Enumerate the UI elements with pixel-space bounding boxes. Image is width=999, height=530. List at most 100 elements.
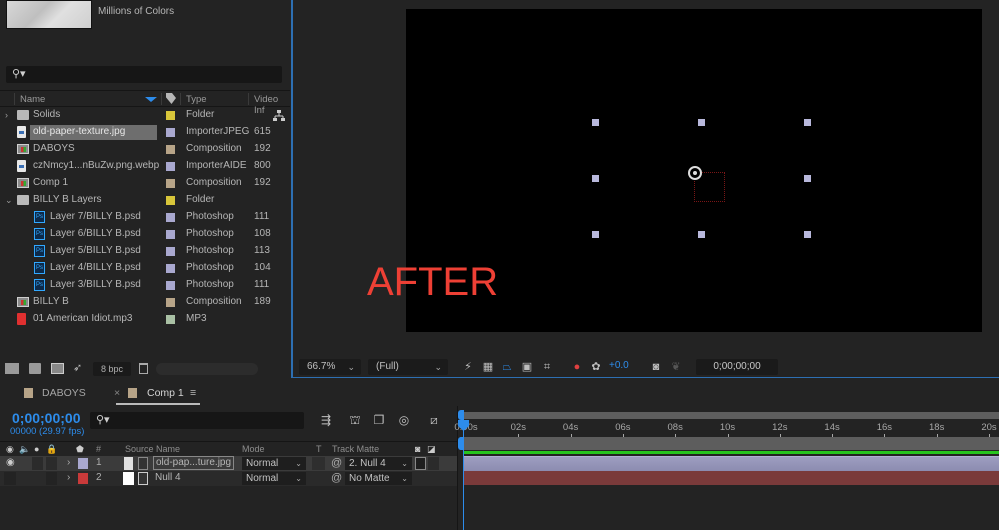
expand-chevron-icon[interactable]: › bbox=[67, 472, 70, 483]
current-time-display[interactable]: 0;00;00;00 bbox=[12, 410, 81, 426]
magnification-dropdown[interactable]: 66.7% ⌄ bbox=[299, 359, 361, 375]
project-item[interactable]: old-paper-texture.jpg ImporterJPEG 615 bbox=[0, 124, 290, 141]
sort-descending-icon[interactable] bbox=[145, 97, 157, 102]
transform-handle[interactable] bbox=[804, 119, 811, 126]
viewer-timecode[interactable]: 0;00;00;00 bbox=[696, 359, 778, 375]
transform-handle[interactable] bbox=[698, 231, 705, 238]
current-time-indicator[interactable] bbox=[463, 420, 464, 530]
label-color-swatch[interactable] bbox=[166, 213, 175, 222]
matte-invert-icon[interactable]: ◪ bbox=[427, 444, 436, 455]
layer-row[interactable]: ◉ › 1 old-pap...ture.jpg Normal ⌄ @ 2. Nu… bbox=[0, 456, 457, 471]
color-channels-icon[interactable]: ● bbox=[570, 360, 584, 374]
exposure-icon[interactable]: ✿ bbox=[589, 360, 603, 374]
time-navigator-bar[interactable] bbox=[460, 412, 999, 419]
transform-handle[interactable] bbox=[592, 175, 599, 182]
label-color-swatch[interactable] bbox=[166, 281, 175, 290]
project-item-name[interactable]: DABOYS bbox=[33, 143, 75, 154]
work-area-bar[interactable] bbox=[460, 437, 999, 450]
layer-name[interactable]: Null 4 bbox=[155, 472, 181, 483]
project-item-name[interactable]: Layer 3/BILLY B.psd bbox=[50, 279, 141, 290]
project-item[interactable]: Ps Layer 4/BILLY B.psd Photoshop 104 bbox=[0, 260, 290, 277]
matte-alpha-toggle[interactable] bbox=[415, 457, 426, 470]
project-item-name[interactable]: Comp 1 bbox=[33, 177, 68, 188]
new-composition-icon[interactable] bbox=[51, 363, 64, 374]
label-color-swatch[interactable] bbox=[166, 179, 175, 188]
resolution-dropdown[interactable]: (Full) ⌄ bbox=[368, 359, 448, 375]
label-color-swatch[interactable] bbox=[166, 315, 175, 324]
bit-depth-button[interactable]: 8 bpc bbox=[93, 362, 131, 376]
preserve-transparency-toggle[interactable] bbox=[312, 457, 325, 470]
composition-flowchart-icon[interactable]: ⇶ bbox=[319, 414, 333, 427]
project-item[interactable]: BILLY B Composition 189 bbox=[0, 294, 290, 311]
project-item[interactable]: Comp 1 Composition 192 bbox=[0, 175, 290, 192]
video-visibility-icon[interactable]: ◉ bbox=[6, 444, 14, 455]
project-item-name[interactable]: Solids bbox=[33, 109, 60, 120]
project-item-name[interactable]: BILLY B Layers bbox=[33, 194, 102, 205]
chevron-right-icon[interactable]: › bbox=[5, 110, 8, 120]
frame-blending-icon[interactable]: ◎ bbox=[397, 414, 411, 427]
label-color-swatch[interactable] bbox=[78, 473, 88, 484]
layer-quality-icon[interactable] bbox=[138, 472, 148, 485]
render-queue-icon[interactable]: ➶ bbox=[73, 361, 83, 374]
panel-menu-icon[interactable]: ≡ bbox=[190, 387, 196, 399]
matte-invert-toggle[interactable] bbox=[428, 457, 439, 470]
label-tag-icon[interactable]: ⬟ bbox=[76, 444, 84, 455]
project-item[interactable]: Ps Layer 7/BILLY B.psd Photoshop 111 bbox=[0, 209, 290, 226]
transparency-grid-icon[interactable]: ▦ bbox=[481, 360, 495, 374]
lock-toggle[interactable] bbox=[46, 457, 57, 470]
project-item-name[interactable]: czNmcy1...nBuZw.png.webp bbox=[33, 160, 159, 171]
grid-guides-icon[interactable]: ⌗ bbox=[540, 360, 554, 374]
interpret-footage-icon[interactable] bbox=[5, 363, 19, 374]
label-color-swatch[interactable] bbox=[166, 162, 175, 171]
show-snapshot-icon[interactable]: ❦ bbox=[669, 360, 683, 374]
project-item-name[interactable]: 01 American Idiot.mp3 bbox=[33, 313, 133, 324]
project-item-name[interactable]: Layer 7/BILLY B.psd bbox=[50, 211, 141, 222]
label-color-swatch[interactable] bbox=[166, 264, 175, 273]
label-color-swatch[interactable] bbox=[166, 230, 175, 239]
label-color-swatch[interactable] bbox=[166, 111, 175, 120]
draft-3d-icon[interactable]: ⛫ bbox=[348, 414, 362, 427]
column-type[interactable]: Type bbox=[186, 94, 207, 105]
layer-row[interactable]: › 2 Null 4 Normal ⌄ @ No Matte ⌄ bbox=[0, 471, 457, 486]
track-matte-dropdown[interactable]: No Matte ⌄ bbox=[345, 472, 412, 485]
column-track-matte[interactable]: Track Matte bbox=[332, 444, 379, 454]
transform-handle[interactable] bbox=[698, 119, 705, 126]
graph-editor-icon[interactable]: ⧄ bbox=[427, 414, 441, 427]
label-color-swatch[interactable] bbox=[166, 298, 175, 307]
blend-mode-dropdown[interactable]: Normal ⌄ bbox=[242, 472, 306, 485]
project-item[interactable]: Ps Layer 5/BILLY B.psd Photoshop 113 bbox=[0, 243, 290, 260]
lock-icon[interactable]: 🔒 bbox=[46, 444, 57, 455]
project-search-input[interactable]: ⚲▾ bbox=[6, 66, 282, 83]
exposure-value[interactable]: +0.0 bbox=[609, 360, 629, 371]
mask-visibility-icon[interactable]: ⏢ bbox=[500, 360, 514, 374]
blend-mode-dropdown[interactable]: Normal ⌄ bbox=[242, 457, 306, 470]
project-item[interactable]: › Solids Folder bbox=[0, 107, 290, 124]
transform-handle[interactable] bbox=[592, 231, 599, 238]
column-source-name[interactable]: Source Name bbox=[125, 444, 180, 454]
project-item-name[interactable]: Layer 6/BILLY B.psd bbox=[50, 228, 141, 239]
project-scrollbar[interactable] bbox=[156, 363, 258, 375]
layer-search-input[interactable]: ⚲▾ bbox=[90, 412, 304, 429]
label-color-swatch[interactable] bbox=[166, 196, 175, 205]
project-item[interactable]: DABOYS Composition 192 bbox=[0, 141, 290, 158]
transform-handle[interactable] bbox=[804, 175, 811, 182]
column-mode[interactable]: Mode bbox=[242, 444, 265, 454]
project-item-name[interactable]: old-paper-texture.jpg bbox=[30, 125, 157, 140]
time-ruler[interactable]: 0:00s02s04s06s08s10s12s14s16s18s20s bbox=[454, 420, 999, 437]
project-item[interactable]: ⌄ BILLY B Layers Folder bbox=[0, 192, 290, 209]
label-color-swatch[interactable] bbox=[78, 458, 88, 469]
video-toggle[interactable] bbox=[4, 472, 16, 485]
lock-toggle[interactable] bbox=[46, 472, 57, 485]
label-tag-icon[interactable] bbox=[166, 93, 176, 104]
project-item-name[interactable]: BILLY B bbox=[33, 296, 69, 307]
solo-toggle[interactable] bbox=[32, 457, 43, 470]
project-item-name[interactable]: Layer 4/BILLY B.psd bbox=[50, 262, 141, 273]
project-item-name[interactable]: Layer 5/BILLY B.psd bbox=[50, 245, 141, 256]
label-color-swatch[interactable] bbox=[166, 247, 175, 256]
transform-handle[interactable] bbox=[804, 231, 811, 238]
region-of-interest-icon[interactable]: ▣ bbox=[520, 360, 534, 374]
chevron-down-icon[interactable]: ⌄ bbox=[5, 195, 13, 206]
fast-preview-icon[interactable]: ⚡ bbox=[461, 360, 475, 374]
project-item[interactable]: czNmcy1...nBuZw.png.webp ImporterAIDE 800 bbox=[0, 158, 290, 175]
layer-name[interactable]: old-pap...ture.jpg bbox=[153, 456, 235, 470]
